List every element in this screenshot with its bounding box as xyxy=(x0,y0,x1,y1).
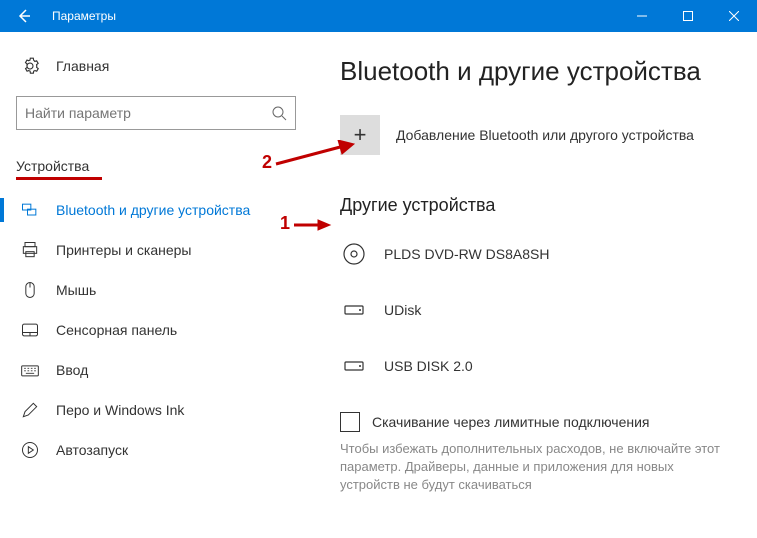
close-icon xyxy=(729,11,739,21)
close-button[interactable] xyxy=(711,0,757,32)
minimize-icon xyxy=(637,11,647,21)
nav-label: Перо и Windows Ink xyxy=(56,402,184,418)
printer-icon xyxy=(20,240,40,260)
touchpad-icon xyxy=(20,320,40,340)
annotation-underline xyxy=(16,177,102,180)
add-device-label: Добавление Bluetooth или другого устройс… xyxy=(396,127,694,143)
device-row[interactable]: PLDS DVD-RW DS8A8SH xyxy=(340,232,737,276)
device-row[interactable]: USB DISK 2.0 xyxy=(340,344,737,388)
device-label: PLDS DVD-RW DS8A8SH xyxy=(384,246,549,262)
mouse-icon xyxy=(20,280,40,300)
metered-hint: Чтобы избежать дополнительных расходов, … xyxy=(340,440,737,495)
drive-icon xyxy=(340,296,368,324)
device-label: USB DISK 2.0 xyxy=(384,358,473,374)
back-button[interactable] xyxy=(0,0,48,32)
nav-label: Автозапуск xyxy=(56,442,128,458)
titlebar: Параметры xyxy=(0,0,757,32)
plus-icon: + xyxy=(354,122,367,148)
search-input[interactable] xyxy=(25,105,271,121)
gear-icon xyxy=(20,56,40,76)
sidebar-section-header: Устройства xyxy=(16,154,312,178)
sidebar-item-pen[interactable]: Перо и Windows Ink xyxy=(16,390,312,430)
metered-checkbox-row[interactable]: Скачивание через лимитные подключения xyxy=(340,412,737,432)
nav-label: Принтеры и сканеры xyxy=(56,242,191,258)
device-row[interactable]: UDisk xyxy=(340,288,737,332)
arrow-left-icon xyxy=(16,8,32,24)
sidebar: Главная Устройства Bluetooth и другие ус… xyxy=(0,32,320,538)
main-content: Bluetooth и другие устройства + Добавлен… xyxy=(320,32,757,538)
keyboard-icon xyxy=(20,360,40,380)
sidebar-item-printers[interactable]: Принтеры и сканеры xyxy=(16,230,312,270)
add-device-button[interactable]: + xyxy=(340,115,380,155)
home-nav[interactable]: Главная xyxy=(16,48,312,84)
search-icon xyxy=(271,105,287,121)
metered-checkbox[interactable] xyxy=(340,412,360,432)
other-devices-header: Другие устройства xyxy=(340,195,737,216)
page-title: Bluetooth и другие устройства xyxy=(340,56,737,87)
nav-label: Мышь xyxy=(56,282,96,298)
maximize-icon xyxy=(683,11,693,21)
section-label: Устройства xyxy=(16,158,89,174)
bluetooth-devices-icon xyxy=(20,200,40,220)
sidebar-item-bluetooth[interactable]: Bluetooth и другие устройства xyxy=(16,190,312,230)
search-box[interactable] xyxy=(16,96,296,130)
window-controls xyxy=(619,0,757,32)
metered-label: Скачивание через лимитные подключения xyxy=(372,414,649,430)
home-label: Главная xyxy=(56,58,109,74)
nav-label: Сенсорная панель xyxy=(56,322,177,338)
nav-label: Ввод xyxy=(56,362,88,378)
window-title: Параметры xyxy=(48,9,619,23)
disc-icon xyxy=(340,240,368,268)
drive-icon xyxy=(340,352,368,380)
sidebar-item-autoplay[interactable]: Автозапуск xyxy=(16,430,312,470)
add-device-row[interactable]: + Добавление Bluetooth или другого устро… xyxy=(340,115,737,155)
sidebar-item-typing[interactable]: Ввод xyxy=(16,350,312,390)
minimize-button[interactable] xyxy=(619,0,665,32)
nav-label: Bluetooth и другие устройства xyxy=(56,202,250,218)
sidebar-item-touchpad[interactable]: Сенсорная панель xyxy=(16,310,312,350)
autoplay-icon xyxy=(20,440,40,460)
maximize-button[interactable] xyxy=(665,0,711,32)
sidebar-item-mouse[interactable]: Мышь xyxy=(16,270,312,310)
pen-icon xyxy=(20,400,40,420)
device-label: UDisk xyxy=(384,302,421,318)
